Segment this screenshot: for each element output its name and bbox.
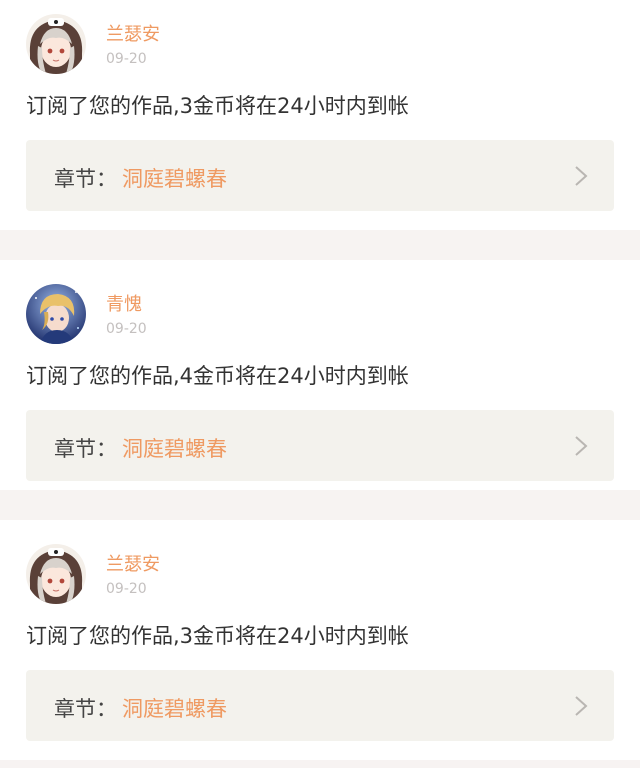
message-text: 订阅了您的作品,3金币将在24小时内到帐 [26,624,409,648]
message-text: 订阅了您的作品,4金币将在24小时内到帐 [26,364,409,388]
chapter-label: 章节： [54,437,117,461]
boy-avatar-icon [26,284,86,344]
chevron-right-icon [575,436,588,456]
username[interactable]: 青愧 [106,290,142,316]
user-avatar[interactable] [26,284,86,344]
chevron-right-icon [575,166,588,186]
chapter-name: 洞庭碧螺春 [122,437,227,461]
chapter-label: 章节： [54,167,117,191]
chapter-link[interactable]: 章节： 洞庭碧螺春 [26,140,614,211]
notification-feed: 兰瑟安 09-20 订阅了您的作品,3金币将在24小时内到帐 章节： 洞庭碧螺春 [0,0,640,760]
timestamp: 09-20 [106,581,147,597]
chapter-name: 洞庭碧螺春 [122,167,227,191]
notification-card: 兰瑟安 09-20 订阅了您的作品,3金币将在24小时内到帐 章节： 洞庭碧螺春 [0,0,640,230]
user-avatar[interactable] [26,14,86,74]
timestamp: 09-20 [106,321,147,337]
username[interactable]: 兰瑟安 [106,550,160,576]
chapter-link[interactable]: 章节： 洞庭碧螺春 [26,670,614,741]
chevron-right-icon [575,696,588,716]
message-text: 订阅了您的作品,3金币将在24小时内到帐 [26,94,409,118]
chapter-name: 洞庭碧螺春 [122,697,227,721]
girl-avatar-icon [26,544,86,604]
chapter-label: 章节： [54,697,117,721]
notification-card: 兰瑟安 09-20 订阅了您的作品,3金币将在24小时内到帐 章节： 洞庭碧螺春 [0,520,640,760]
girl-avatar-icon [26,14,86,74]
chapter-link[interactable]: 章节： 洞庭碧螺春 [26,410,614,481]
username[interactable]: 兰瑟安 [106,20,160,46]
timestamp: 09-20 [106,51,147,67]
user-avatar[interactable] [26,544,86,604]
notification-card: 青愧 09-20 订阅了您的作品,4金币将在24小时内到帐 章节： 洞庭碧螺春 [0,260,640,490]
